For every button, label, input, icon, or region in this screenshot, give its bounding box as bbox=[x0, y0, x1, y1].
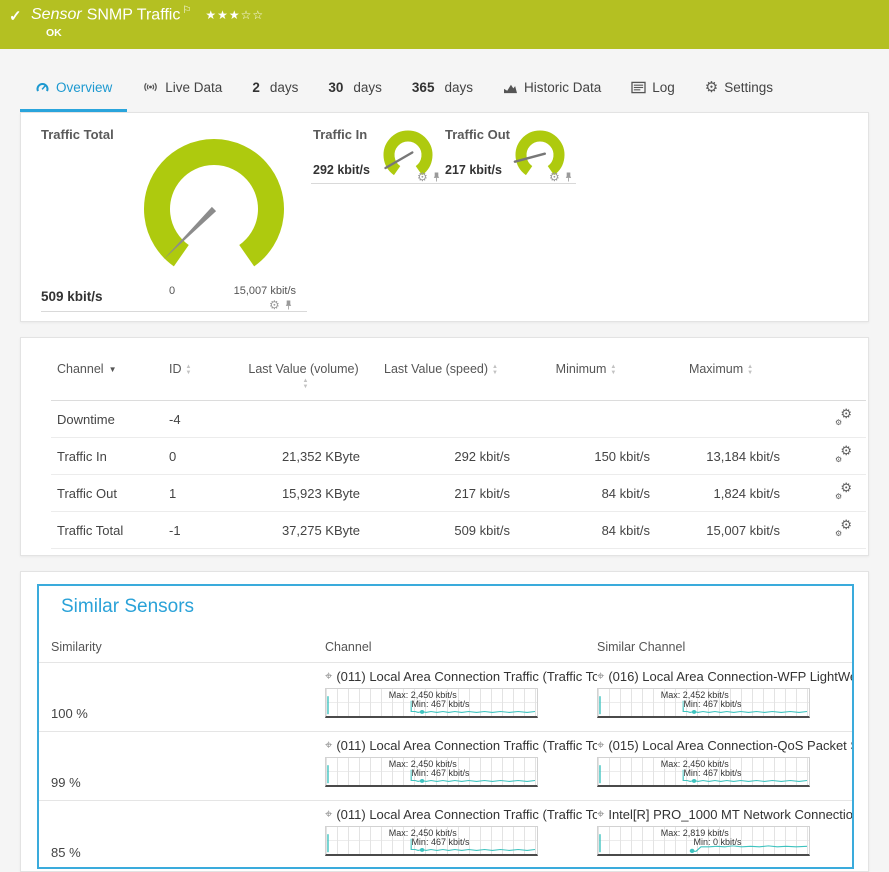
sort-desc-icon: ▼ bbox=[109, 365, 117, 374]
table-row-traffic-out: Traffic Out 1 15,923 KByte 217 kbit/s 84… bbox=[51, 475, 866, 512]
similar-sensors-box: Similar Sensors Similarity Channel Simil… bbox=[37, 584, 854, 869]
sensor-header: ✓ Sensor SNMP Traffic⚐ ★★★☆☆ OK bbox=[0, 0, 889, 49]
gauge-settings-gear-icon[interactable]: ⚙ bbox=[269, 299, 280, 311]
sort-icon: ▲▼ bbox=[186, 364, 192, 376]
channel-settings-gears-icon[interactable]: ⚙⚙ bbox=[835, 484, 852, 499]
column-header-volume[interactable]: Last Value (volume)▲▼ bbox=[241, 358, 366, 401]
channel-link[interactable]: ⌖(011) Local Area Connection Traffic (Tr… bbox=[325, 668, 597, 684]
similar-channel-minigraph[interactable]: Max: 2,452 kbit/s Min: 467 kbit/s bbox=[597, 688, 810, 718]
gauge-icon bbox=[35, 80, 50, 95]
column-header-speed[interactable]: Last Value (speed)▲▼ bbox=[366, 358, 516, 401]
crosshair-icon: ⌖ bbox=[597, 668, 604, 684]
table-row-traffic-in: Traffic In 0 21,352 KByte 292 kbit/s 150… bbox=[51, 438, 866, 475]
crosshair-icon: ⌖ bbox=[325, 668, 332, 684]
status-check-icon: ✓ bbox=[9, 7, 22, 25]
sensor-name: SNMP Traffic bbox=[87, 6, 181, 23]
log-icon bbox=[631, 81, 646, 94]
similarity-value: 85 % bbox=[51, 845, 325, 870]
traffic-total-gauge[interactable] bbox=[139, 137, 289, 272]
sort-icon: ▲▼ bbox=[747, 364, 753, 376]
gauge-settings-gear-icon[interactable]: ⚙ bbox=[549, 171, 560, 183]
similarity-value: 100 % bbox=[51, 706, 325, 731]
channel-minigraph[interactable]: Max: 2,450 kbit/s Min: 467 kbit/s bbox=[325, 757, 538, 787]
channel-table: Channel▼ ID▲▼ Last Value (volume)▲▼ Last… bbox=[51, 358, 866, 549]
area-chart-icon bbox=[503, 81, 518, 94]
broadcast-icon bbox=[142, 80, 159, 94]
column-header-similar-channel: Similar Channel bbox=[597, 640, 852, 654]
gauge-out-label: Traffic Out bbox=[445, 127, 510, 142]
channel-name: Traffic Total bbox=[51, 512, 163, 549]
similar-channel-link[interactable]: ⌖Intel[R] PRO_1000 MT Network Connection… bbox=[597, 806, 852, 822]
similar-channel-minigraph[interactable]: Max: 2,450 kbit/s Min: 467 kbit/s bbox=[597, 757, 810, 787]
gauge-out-value: 217 kbit/s bbox=[445, 163, 502, 177]
status-badge: OK bbox=[46, 27, 264, 39]
channel-settings-gears-icon[interactable]: ⚙⚙ bbox=[835, 410, 852, 425]
sort-icon: ▲▼ bbox=[303, 378, 309, 390]
tab-bar: Overview Live Data 2days 30days 365days … bbox=[0, 49, 889, 112]
channel-table-panel: Channel▼ ID▲▼ Last Value (volume)▲▼ Last… bbox=[20, 337, 869, 556]
crosshair-icon: ⌖ bbox=[597, 737, 604, 753]
similar-channel-link[interactable]: ⌖(015) Local Area Connection-QoS Packet … bbox=[597, 737, 852, 753]
similar-header-row: Similarity Channel Similar Channel bbox=[39, 640, 852, 663]
tab-2-days[interactable]: 2days bbox=[237, 72, 313, 112]
page-title: Sensor SNMP Traffic⚐ ★★★☆☆ bbox=[31, 5, 264, 24]
similar-row: 100 % ⌖(011) Local Area Connection Traff… bbox=[39, 663, 852, 732]
similar-sensors-panel: Similar Sensors Similarity Channel Simil… bbox=[20, 571, 869, 872]
flag-icon[interactable]: ⚐ bbox=[182, 5, 191, 16]
channel-settings-gears-icon[interactable]: ⚙⚙ bbox=[835, 521, 852, 536]
column-header-minimum[interactable]: Minimum▲▼ bbox=[516, 358, 656, 401]
column-header-channel: Channel bbox=[325, 640, 597, 654]
table-row-downtime: Downtime -4 ⚙⚙ bbox=[51, 401, 866, 438]
channel-link[interactable]: ⌖(011) Local Area Connection Traffic (Tr… bbox=[325, 806, 597, 822]
column-header-similarity: Similarity bbox=[51, 640, 325, 654]
tab-30-days[interactable]: 30days bbox=[313, 72, 397, 112]
channel-settings-gears-icon[interactable]: ⚙⚙ bbox=[835, 447, 852, 462]
gauge-in-value: 292 kbit/s bbox=[313, 163, 370, 177]
gauge-in-label: Traffic In bbox=[313, 127, 367, 142]
gauge-scale-max: 15,007 kbit/s bbox=[206, 285, 296, 297]
channel-name: Traffic In bbox=[51, 438, 163, 475]
pin-icon[interactable] bbox=[284, 299, 293, 311]
gauge-total-value: 509 kbit/s bbox=[41, 289, 103, 304]
similar-channel-minigraph[interactable]: Max: 2,819 kbit/s Min: 0 kbit/s bbox=[597, 826, 810, 856]
table-row-traffic-total: Traffic Total -1 37,275 KByte 509 kbit/s… bbox=[51, 512, 866, 549]
priority-stars[interactable]: ★★★☆☆ bbox=[205, 8, 264, 22]
gauges-panel: Traffic Total 509 kbit/s 0 15,007 kbit/s… bbox=[20, 112, 869, 322]
pin-icon[interactable] bbox=[432, 171, 441, 183]
tab-live-data[interactable]: Live Data bbox=[127, 72, 237, 112]
gear-icon: ⚙ bbox=[705, 80, 718, 95]
gauge-total-label: Traffic Total bbox=[41, 127, 114, 142]
gauge-scale-min: 0 bbox=[169, 285, 175, 297]
channel-name: Downtime bbox=[51, 401, 163, 438]
tab-settings[interactable]: ⚙ Settings bbox=[690, 72, 788, 112]
crosshair-icon: ⌖ bbox=[325, 737, 332, 753]
similar-row: 85 % ⌖(011) Local Area Connection Traffi… bbox=[39, 801, 852, 870]
tab-historic-data[interactable]: Historic Data bbox=[488, 72, 616, 112]
similar-sensors-title: Similar Sensors bbox=[61, 596, 194, 618]
column-header-channel[interactable]: Channel▼ bbox=[51, 358, 163, 401]
tab-365-days[interactable]: 365days bbox=[397, 72, 488, 112]
tab-overview[interactable]: Overview bbox=[20, 72, 127, 112]
channel-minigraph[interactable]: Max: 2,450 kbit/s Min: 467 kbit/s bbox=[325, 826, 538, 856]
similar-channel-link[interactable]: ⌖(016) Local Area Connection-WFP LightWe… bbox=[597, 668, 852, 684]
sort-icon: ▲▼ bbox=[492, 364, 498, 376]
column-header-maximum[interactable]: Maximum▲▼ bbox=[656, 358, 786, 401]
channel-link[interactable]: ⌖(011) Local Area Connection Traffic (Tr… bbox=[325, 737, 597, 753]
similar-row: 99 % ⌖(011) Local Area Connection Traffi… bbox=[39, 732, 852, 801]
object-type-label: Sensor bbox=[31, 6, 82, 23]
channel-name: Traffic Out bbox=[51, 475, 163, 512]
channel-minigraph[interactable]: Max: 2,450 kbit/s Min: 467 kbit/s bbox=[325, 688, 538, 718]
tab-log[interactable]: Log bbox=[616, 72, 690, 112]
column-header-id[interactable]: ID▲▼ bbox=[163, 358, 241, 401]
crosshair-icon: ⌖ bbox=[597, 806, 604, 822]
crosshair-icon: ⌖ bbox=[325, 806, 332, 822]
similarity-value: 99 % bbox=[51, 775, 325, 800]
pin-icon[interactable] bbox=[564, 171, 573, 183]
sort-icon: ▲▼ bbox=[610, 364, 616, 376]
gauge-settings-gear-icon[interactable]: ⚙ bbox=[417, 171, 428, 183]
